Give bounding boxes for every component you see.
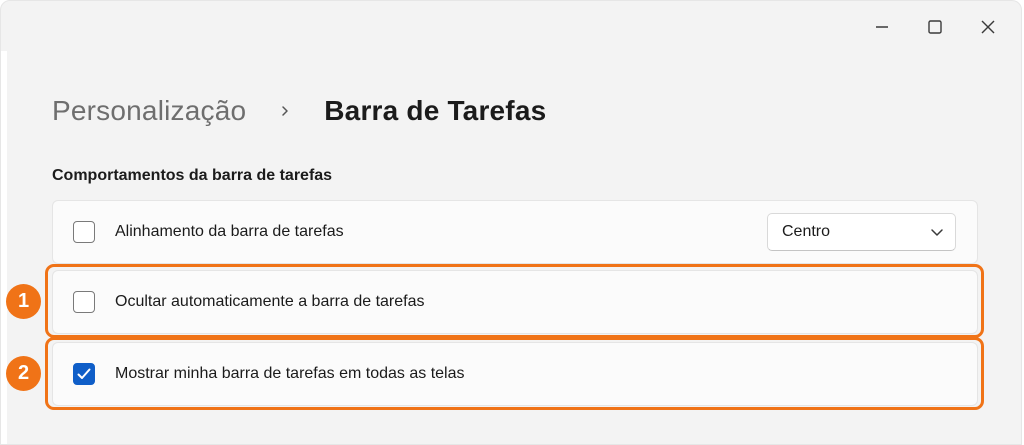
annotation-badge-2: 2 (6, 356, 41, 391)
setting-label: Alinhamento da barra de tarefas (115, 223, 344, 240)
dropdown-value: Centro (782, 223, 831, 240)
annotation-highlight-2 (45, 337, 984, 410)
chevron-down-icon (931, 229, 943, 236)
setting-row-taskbar-alignment: Alinhamento da barra de tarefas Centro (52, 200, 978, 264)
alignment-dropdown[interactable]: Centro (767, 213, 956, 251)
close-icon (981, 20, 995, 34)
annotation-badge-1: 1 (6, 284, 41, 319)
section-title: Comportamentos da barra de tarefas (52, 167, 333, 184)
minimize-button[interactable] (859, 9, 905, 45)
maximize-icon (928, 20, 942, 34)
left-edge-strip (1, 51, 7, 444)
minimize-icon (875, 20, 889, 34)
page-title: Barra de Tarefas (324, 95, 547, 126)
close-button[interactable] (965, 9, 1011, 45)
breadcrumb-parent[interactable]: Personalização (52, 95, 246, 127)
breadcrumb: Personalização Barra de Tarefas (52, 89, 546, 133)
annotation-highlight-1 (45, 264, 984, 338)
settings-window: Personalização Barra de Tarefas Comporta… (0, 0, 1022, 445)
alignment-checkbox[interactable] (73, 221, 95, 243)
chevron-right-icon (246, 105, 324, 117)
maximize-button[interactable] (912, 9, 958, 45)
